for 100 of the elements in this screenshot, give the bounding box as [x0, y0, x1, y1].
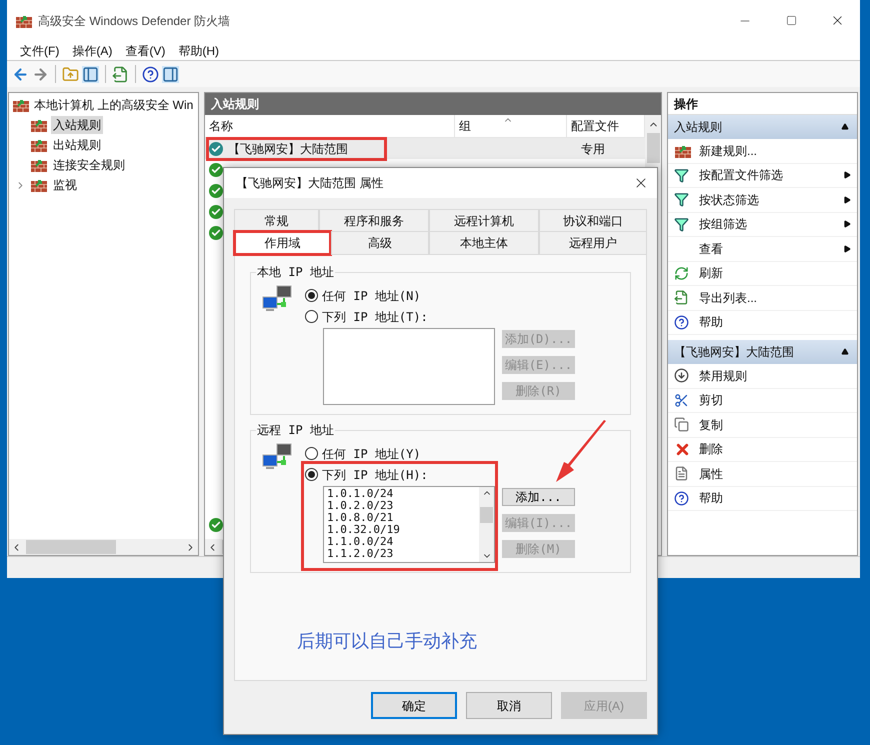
group-legend: 远程 IP 地址	[256, 422, 335, 438]
tab[interactable]: 本地主体	[429, 231, 539, 255]
filter-icon	[674, 168, 689, 183]
radio-label: 任何 IP 地址(N)	[322, 288, 421, 304]
submenu-arrow-icon	[843, 171, 851, 180]
radio-label: 下列 IP 地址(T):	[322, 308, 428, 326]
rule-icon	[30, 137, 48, 153]
radio-label: 任何 IP 地址(Y)	[322, 446, 421, 462]
help-icon	[674, 490, 689, 506]
dialog-button[interactable]: 取消	[466, 692, 552, 719]
submenu-arrow-icon	[843, 220, 851, 228]
properties-icon	[674, 466, 689, 482]
action-item[interactable]: 禁用规则	[668, 364, 857, 388]
tab[interactable]: 远程用户	[539, 231, 647, 255]
action-item[interactable]: 导出列表...	[668, 286, 857, 310]
action-item[interactable]: 剪切	[668, 388, 857, 413]
scrollbar-thumb[interactable]	[26, 540, 116, 554]
tree-item[interactable]: 连接安全规则	[51, 156, 127, 174]
rule-icon	[30, 177, 48, 193]
back-icon[interactable]	[12, 66, 29, 82]
action-item[interactable]: 新建规则...	[668, 139, 857, 164]
action-item[interactable]: 按组筛选	[668, 212, 857, 237]
rule-name[interactable]: 【飞驰网安】大陆范围	[228, 140, 576, 158]
action-item[interactable]: 刷新	[668, 262, 857, 286]
address-item[interactable]: 1.0.8.0/21	[327, 512, 479, 524]
rule-icon	[30, 157, 48, 173]
copy-icon	[674, 417, 689, 432]
address-list[interactable]	[323, 328, 495, 405]
window-title: 高级安全 Windows Defender 防火墙	[38, 12, 230, 30]
delete-icon	[674, 440, 691, 458]
action-item[interactable]: 查看	[668, 237, 857, 262]
menu-item[interactable]: 文件(F)	[15, 42, 64, 60]
radio-label: 下列 IP 地址(H):	[322, 466, 428, 484]
dialog-button[interactable]: 确定	[371, 692, 457, 719]
annotation-arrow	[554, 420, 608, 484]
address-list[interactable]: 1.0.1.0/24 1.0.2.0/23 1.0.8.0/21 1.0.32.0/19 1.1.0.0/24 1.1.2.0/23	[323, 486, 495, 563]
menu-item[interactable]: 操作(A)	[67, 42, 118, 60]
radio-button[interactable]	[305, 289, 318, 302]
column-header[interactable]: 组	[455, 115, 567, 137]
address-item[interactable]: 1.0.2.0/23	[327, 500, 479, 512]
menu-item[interactable]: 帮助(H)	[173, 42, 224, 60]
horizontal-scrollbar[interactable]	[9, 539, 198, 555]
collapse-icon[interactable]	[841, 123, 849, 131]
scissors-icon	[674, 392, 689, 408]
action-item[interactable]: 复制	[668, 413, 857, 438]
column-header[interactable]: 名称	[205, 115, 455, 137]
filter-icon	[674, 192, 689, 208]
submenu-arrow-icon	[843, 244, 851, 253]
disable-icon	[674, 368, 689, 384]
note-text: 后期可以自己手动补充	[297, 630, 478, 653]
tree-item[interactable]: 监视	[51, 176, 79, 194]
action-item[interactable]: 帮助	[668, 486, 857, 511]
submenu-arrow-icon	[843, 196, 851, 204]
rule-icon	[30, 117, 48, 133]
address-item[interactable]: 1.1.2.0/23	[327, 548, 479, 560]
scrollbar-thumb[interactable]	[646, 133, 660, 163]
address-item[interactable]: 1.0.32.0/19	[327, 524, 479, 536]
tree-item[interactable]: 出站规则	[51, 136, 103, 154]
filter-icon	[674, 216, 689, 232]
action-pane-icon[interactable]	[162, 66, 179, 82]
enabled-check-icon	[209, 204, 223, 218]
firewall-icon	[12, 97, 30, 113]
rule-profile: 专用	[581, 140, 605, 158]
address-item[interactable]: 1.1.0.0/24	[327, 536, 479, 548]
tree-root-label[interactable]: 本地计算机 上的高级安全 Win	[34, 96, 194, 114]
action-item[interactable]: 按状态筛选	[668, 188, 857, 212]
export-icon[interactable]	[112, 66, 129, 82]
tab[interactable]: 远程计算机	[429, 209, 539, 233]
help-icon	[674, 314, 689, 330]
tab[interactable]: 程序和服务	[319, 209, 429, 233]
dialog-title: 【飞驰网安】大陆范围 属性	[236, 175, 384, 192]
menu-item[interactable]: 查看(V)	[120, 42, 170, 60]
radio-button[interactable]	[305, 310, 318, 323]
tree-item[interactable]: 入站规则	[51, 116, 103, 134]
action-item[interactable]: 删除	[668, 438, 857, 462]
enabled-check-icon	[209, 518, 223, 532]
action-item[interactable]: 帮助	[668, 310, 857, 335]
export-icon	[674, 290, 689, 306]
scrollbar-thumb[interactable]	[480, 506, 493, 522]
group-legend: 本地 IP 地址	[256, 264, 335, 280]
scrollbar[interactable]	[479, 487, 494, 562]
tab[interactable]: 高级	[331, 231, 429, 255]
radio-button[interactable]	[305, 468, 318, 481]
help-icon[interactable]	[142, 66, 159, 82]
action-item[interactable]: 按配置文件筛选	[668, 164, 857, 188]
refresh-icon	[674, 266, 689, 281]
list-action-button[interactable]: 添加...	[502, 488, 575, 506]
enabled-check-icon	[209, 226, 223, 240]
address-item[interactable]: 1.0.1.0/24	[327, 488, 479, 500]
enabled-check-icon	[209, 142, 223, 156]
section-header[interactable]: 入站规则	[668, 115, 857, 139]
forward-icon[interactable]	[32, 66, 49, 82]
tree-pane-icon[interactable]	[82, 66, 99, 82]
maximize-icon[interactable]	[786, 15, 796, 26]
collapse-icon[interactable]	[841, 348, 849, 356]
action-item[interactable]: 属性	[668, 462, 857, 486]
radio-button[interactable]	[305, 447, 318, 460]
section-header[interactable]: 【飞驰网安】大陆范围	[668, 340, 857, 364]
pane-header: 入站规则	[205, 93, 661, 115]
tab[interactable]: 协议和端口	[539, 209, 647, 233]
